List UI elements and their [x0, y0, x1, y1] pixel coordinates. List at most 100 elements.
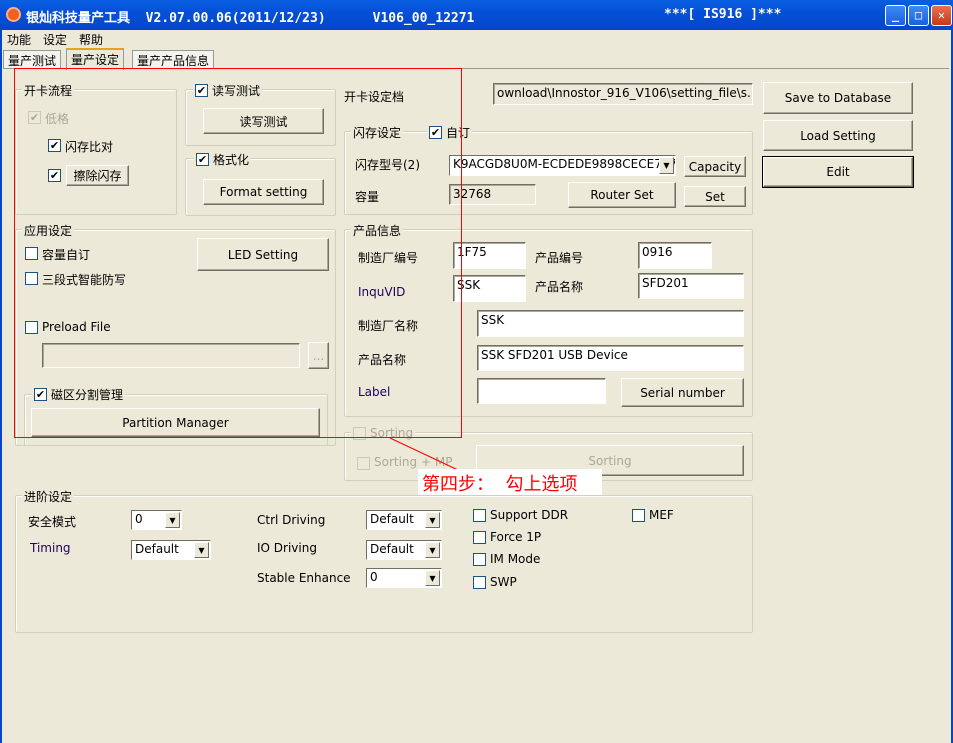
timing-value: Default [135, 542, 179, 556]
save-to-database-button[interactable]: Save to Database [763, 82, 913, 114]
flash-model-select[interactable]: K9ACGD8U0M-ECDEDE9898CECE7474 ▼ [449, 155, 676, 176]
timing-label: Timing [30, 541, 71, 555]
partition-checkbox[interactable]: ✔ [34, 388, 47, 401]
timing-select[interactable]: Default ▼ [131, 540, 211, 560]
preload-path-field [42, 343, 300, 368]
sorting-label: Sorting [370, 426, 414, 440]
flash-model-label: 闪存型号(2) [355, 158, 420, 172]
ctrl-driving-select[interactable]: Default ▼ [366, 510, 442, 530]
setting-file-label: 开卡设定档 [344, 90, 405, 104]
safe-mode-value: 0 [135, 512, 143, 526]
setting-file-path[interactable]: ownload\Innostor_916_V106\setting_file\s… [493, 83, 753, 105]
label-field[interactable] [477, 378, 606, 404]
chevron-down-icon: ▼ [425, 542, 440, 558]
sorting-mp-label: Sorting + MP [374, 455, 453, 469]
preload-label: Preload File [42, 320, 111, 334]
partition-legend: ✔ 磁区分割管理 [32, 386, 126, 403]
vid-label: 制造厂编号 [358, 251, 419, 265]
close-button[interactable]: ✕ [931, 5, 952, 26]
window-title: 银灿科技量产工具 V2.07.00.06(2011/12/23) V106_00… [26, 11, 475, 26]
inquvid-field[interactable]: SSK [453, 275, 526, 302]
rw-test-checkbox[interactable]: ✔ [195, 84, 208, 97]
io-driving-value: Default [370, 542, 414, 556]
set-button[interactable]: Set [684, 186, 746, 207]
advanced-title: 进阶设定 [22, 488, 75, 505]
partition-title: 磁区分割管理 [51, 388, 124, 402]
stable-enhance-label: Stable Enhance [257, 571, 351, 585]
ctrl-driving-label: Ctrl Driving [257, 513, 326, 527]
tab-mp-test[interactable]: 量产测试 [3, 50, 62, 69]
prod-field[interactable]: SSK SFD201 USB Device [477, 345, 744, 371]
chevron-down-icon: ▼ [165, 512, 180, 528]
low-format-checkbox: ✔ [28, 111, 41, 124]
write-protect-label: 三段式智能防写 [42, 273, 127, 287]
menu-function[interactable]: 功能 [7, 31, 31, 48]
capacity-field[interactable]: 32768 [449, 184, 536, 205]
serial-number-button[interactable]: Serial number [621, 378, 744, 407]
format-setting-button[interactable]: Format setting [203, 179, 324, 205]
flash-compare-checkbox[interactable]: ✔ [48, 139, 61, 152]
browse-button[interactable]: ... [308, 342, 329, 369]
pid-field[interactable]: 0916 [638, 242, 712, 269]
mfr-label: 制造厂名称 [358, 319, 419, 333]
sorting-legend: Sorting [351, 426, 416, 440]
chevron-down-icon: ▼ [194, 542, 209, 558]
tab-product-info[interactable]: 量产产品信息 [132, 50, 215, 69]
force-1p-label: Force 1P [490, 530, 542, 544]
load-setting-button[interactable]: Load Setting [763, 120, 913, 151]
swp-checkbox[interactable] [473, 576, 486, 589]
chevron-down-icon: ▼ [659, 157, 674, 174]
vid-field[interactable]: 1F75 [453, 242, 526, 269]
flash-compare-label: 闪存比对 [65, 140, 114, 154]
flash-custom-label: 自订 [446, 126, 471, 140]
edit-button[interactable]: Edit [762, 156, 914, 188]
safe-mode-select[interactable]: 0 ▼ [131, 510, 182, 530]
im-mode-checkbox[interactable] [473, 553, 486, 566]
title-bar: 银灿科技量产工具 V2.07.00.06(2011/12/23) V106_00… [0, 0, 953, 30]
stable-enhance-select[interactable]: 0 ▼ [366, 568, 442, 588]
cap-custom-label: 容量自订 [42, 248, 91, 262]
menu-settings[interactable]: 设定 [43, 31, 67, 48]
io-driving-label: IO Driving [257, 541, 317, 555]
pname-label: 产品名称 [535, 280, 584, 294]
menu-help[interactable]: 帮助 [79, 31, 103, 48]
erase-flash-checkbox[interactable]: ✔ [48, 169, 61, 182]
mef-label: MEF [649, 508, 674, 522]
support-ddr-checkbox[interactable] [473, 509, 486, 522]
format-checkbox[interactable]: ✔ [196, 153, 209, 166]
partition-manager-button[interactable]: Partition Manager [31, 408, 320, 437]
annotation-label: 第四步： 勾上选项 [418, 469, 602, 495]
minimize-button[interactable]: _ [885, 5, 906, 26]
io-driving-select[interactable]: Default ▼ [366, 540, 442, 560]
prod-label: 产品名称 [358, 353, 407, 367]
mef-checkbox[interactable] [632, 509, 645, 522]
ctrl-driving-value: Default [370, 512, 414, 526]
ic-model: ***[ IS916 ]*** [664, 7, 782, 22]
cap-custom-checkbox[interactable] [25, 247, 38, 260]
capacity-label: 容量 [355, 190, 380, 204]
format-legend: ✔ 格式化 [194, 151, 252, 168]
capacity-button[interactable]: Capacity [684, 156, 746, 177]
erase-flash-button[interactable]: 擦除闪存 [66, 165, 129, 186]
label-label: Label [358, 385, 391, 399]
tab-mp-settings[interactable]: 量产设定 [66, 48, 125, 70]
format-title: 格式化 [213, 153, 250, 167]
chevron-down-icon: ▼ [425, 570, 440, 586]
pname-field[interactable]: SFD201 [638, 273, 744, 299]
preload-checkbox[interactable] [25, 321, 38, 334]
card-flow-title: 开卡流程 [22, 82, 75, 99]
router-set-button[interactable]: Router Set [568, 182, 676, 208]
chevron-down-icon: ▼ [425, 512, 440, 528]
force-1p-checkbox[interactable] [473, 531, 486, 544]
led-setting-button[interactable]: LED Setting [197, 238, 329, 271]
flash-custom-checkbox[interactable]: ✔ [429, 126, 442, 139]
tab-divider [3, 68, 949, 69]
mfr-field[interactable]: SSK [477, 310, 744, 337]
rw-test-title: 读写测试 [212, 84, 261, 98]
sorting-mp-checkbox [357, 457, 370, 470]
maximize-button[interactable]: □ [908, 5, 929, 26]
flash-custom-legend: ✔ 自订 [427, 124, 473, 141]
flash-title: 闪存设定 [351, 124, 404, 141]
write-protect-checkbox[interactable] [25, 272, 38, 285]
rw-test-button[interactable]: 读写测试 [203, 108, 324, 134]
